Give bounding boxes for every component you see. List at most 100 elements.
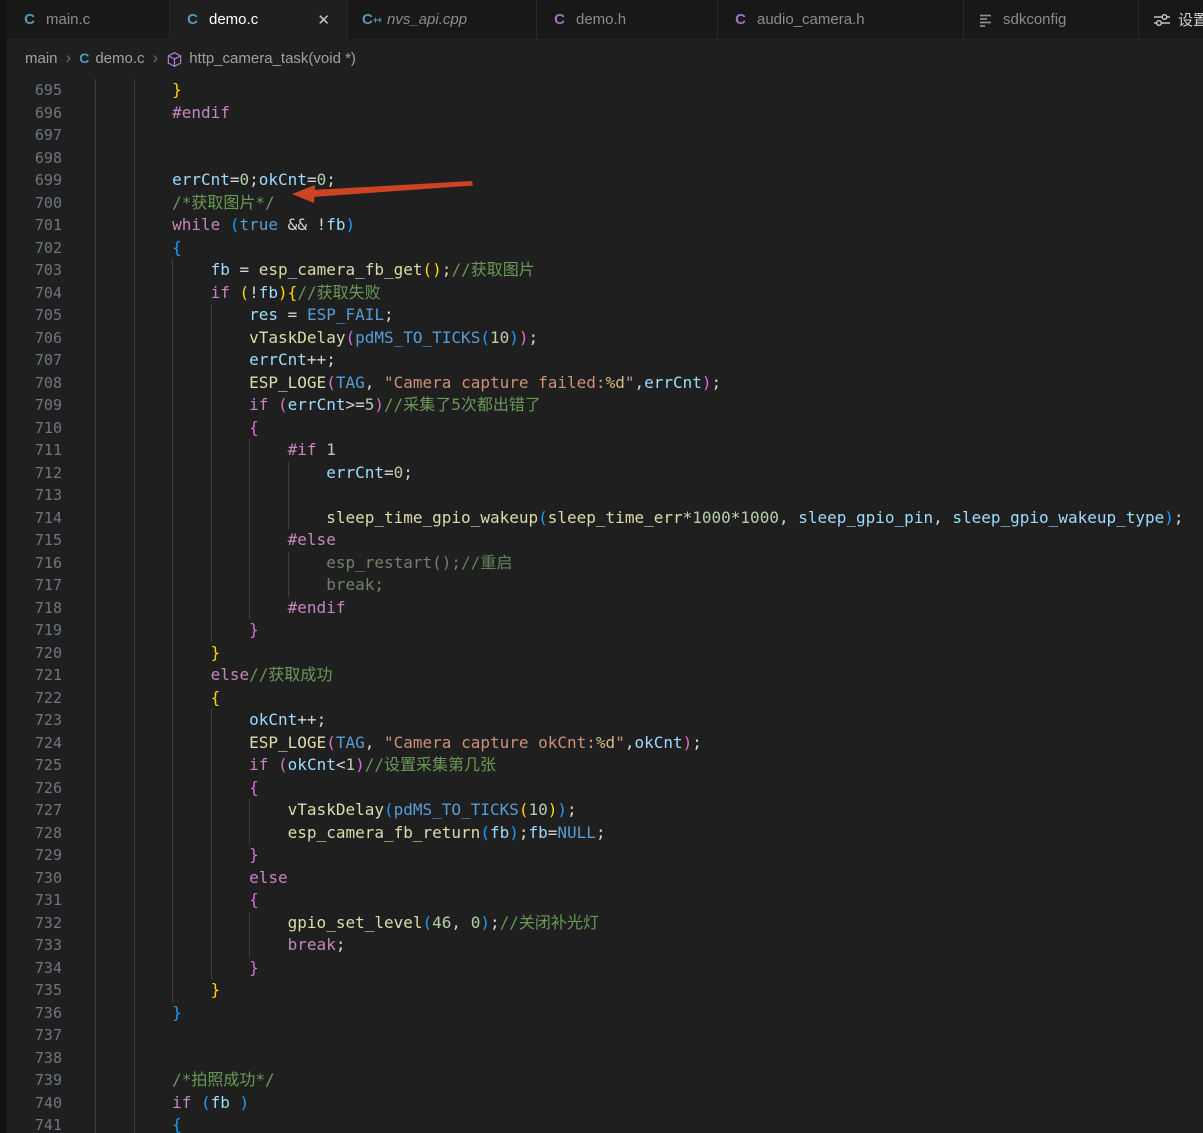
line-number[interactable]: 740 — [0, 1092, 62, 1115]
code-content[interactable]: else//获取成功 — [95, 664, 1203, 687]
line-number[interactable]: 717 — [0, 574, 62, 597]
line-number[interactable]: 698 — [0, 147, 62, 170]
line-number[interactable]: 706 — [0, 327, 62, 350]
code-line[interactable]: 703 fb = esp_camera_fb_get();//获取图片 — [0, 259, 1203, 282]
code-line[interactable]: 726 { — [0, 776, 1203, 800]
line-number[interactable]: 737 — [0, 1024, 62, 1047]
line-number[interactable]: 711 — [0, 439, 62, 462]
code-content[interactable]: vTaskDelay(pdMS_TO_TICKS(10)); — [95, 326, 1203, 349]
line-number[interactable]: 722 — [0, 687, 62, 710]
code-line[interactable]: 738 — [0, 1046, 1203, 1069]
code-line[interactable]: 733 break; — [0, 934, 1203, 957]
code-content[interactable]: res = ESP_FAIL; — [95, 304, 1203, 327]
breadcrumb-item-main[interactable]: main — [25, 50, 58, 67]
line-number[interactable]: 729 — [0, 844, 62, 867]
code-line[interactable]: 716 esp_restart();//重启 — [0, 551, 1203, 574]
close-icon[interactable]: ✕ — [314, 10, 333, 30]
code-line[interactable]: 711 #if 1 — [0, 439, 1203, 462]
code-content[interactable]: gpio_set_level(46, 0);//关闭补光灯 — [95, 911, 1203, 934]
code-line[interactable]: 741 { — [0, 1114, 1203, 1133]
code-content[interactable]: /*拍照成功*/ — [95, 1069, 1203, 1092]
line-number[interactable]: 736 — [0, 1002, 62, 1025]
line-number[interactable]: 713 — [0, 484, 62, 507]
line-number[interactable]: 696 — [0, 102, 62, 125]
code-line[interactable]: 737 — [0, 1024, 1203, 1047]
line-number[interactable]: 709 — [0, 394, 62, 417]
line-number[interactable]: 712 — [0, 462, 62, 485]
line-number[interactable]: 731 — [0, 889, 62, 912]
line-number[interactable]: 726 — [0, 777, 62, 800]
line-number[interactable]: 695 — [0, 79, 62, 102]
code-content[interactable]: } — [95, 844, 1203, 867]
code-content[interactable] — [95, 1046, 1203, 1069]
line-number[interactable]: 739 — [0, 1069, 62, 1092]
line-number[interactable]: 704 — [0, 282, 62, 305]
code-line[interactable]: 698 — [0, 146, 1203, 170]
tab-sdkconfig[interactable]: sdkconfig — [964, 0, 1139, 39]
code-content[interactable]: esp_restart();//重启 — [95, 551, 1203, 574]
code-content[interactable]: vTaskDelay(pdMS_TO_TICKS(10)); — [95, 799, 1203, 822]
code-editor[interactable]: 695} 696 #endif 697 698 699 errCnt=0;okCnt=0; 7… — [0, 75, 1203, 1133]
code-line[interactable]: 706 vTaskDelay(pdMS_TO_TICKS(10)); — [0, 326, 1203, 350]
code-line[interactable]: 729} — [0, 844, 1203, 867]
code-content[interactable]: { — [95, 686, 1203, 709]
breadcrumb-item-file[interactable]: demo.c — [95, 50, 144, 67]
code-line[interactable]: 714 sleep_time_gpio_wakeup(sleep_time_err… — [0, 506, 1203, 529]
code-content[interactable]: #endif — [95, 596, 1203, 619]
code-line[interactable]: 735} — [0, 979, 1203, 1002]
line-number[interactable]: 715 — [0, 529, 62, 552]
code-content[interactable]: ESP_LOGE(TAG, "Camera capture failed:%d"… — [95, 371, 1203, 394]
code-content[interactable]: { — [95, 889, 1203, 912]
code-line[interactable]: 695} — [0, 79, 1203, 102]
code-content[interactable]: #endif — [95, 101, 1203, 124]
line-number[interactable]: 702 — [0, 237, 62, 260]
code-line[interactable]: 697 — [0, 124, 1203, 147]
code-content[interactable]: { — [95, 776, 1203, 799]
line-number[interactable]: 721 — [0, 664, 62, 687]
code-content[interactable]: errCnt=0;okCnt=0; — [95, 169, 1203, 192]
code-line[interactable]: 730 else — [0, 866, 1203, 889]
code-content[interactable]: okCnt++; — [95, 709, 1203, 732]
code-content[interactable]: } — [95, 1001, 1203, 1024]
code-line[interactable]: 717 break; — [0, 574, 1203, 597]
code-line[interactable]: 704 if (!fb){//获取失败 — [0, 281, 1203, 305]
code-line[interactable]: 712 errCnt=0; — [0, 461, 1203, 485]
code-line[interactable]: 725 if (okCnt<1)//设置采集第几张 — [0, 754, 1203, 777]
line-number[interactable]: 697 — [0, 124, 62, 147]
code-content[interactable]: { — [95, 1114, 1203, 1133]
code-content[interactable] — [95, 124, 1203, 147]
code-content[interactable]: } — [95, 641, 1203, 664]
code-content[interactable] — [95, 1024, 1203, 1047]
code-line[interactable]: 739 /*拍照成功*/ — [0, 1069, 1203, 1092]
line-number[interactable]: 727 — [0, 799, 62, 822]
code-line[interactable]: 708 ESP_LOGE(TAG, "Camera capture failed:… — [0, 371, 1203, 394]
code-line[interactable]: 718 #endif — [0, 596, 1203, 620]
line-number[interactable]: 699 — [0, 169, 62, 192]
tab-main.c[interactable]: Cmain.c — [7, 0, 170, 39]
line-number[interactable]: 733 — [0, 934, 62, 957]
code-content[interactable]: if (errCnt>=5)//采集了5次都出错了 — [95, 394, 1203, 417]
code-content[interactable]: errCnt++; — [95, 349, 1203, 372]
code-line[interactable]: 705 res = ESP_FAIL; — [0, 304, 1203, 327]
code-line[interactable]: 709 if (errCnt>=5)//采集了5次都出错了 — [0, 394, 1203, 417]
code-content[interactable] — [95, 146, 1203, 169]
code-content[interactable]: break; — [95, 934, 1203, 957]
code-content[interactable]: if (fb ) — [95, 1091, 1203, 1114]
code-content[interactable]: } — [95, 619, 1203, 642]
tab-demo.h[interactable]: Cdemo.h — [537, 0, 718, 39]
line-number[interactable]: 700 — [0, 192, 62, 215]
tab-设置[interactable]: 设置 — [1139, 0, 1203, 39]
code-line[interactable]: 727 vTaskDelay(pdMS_TO_TICKS(10)); — [0, 799, 1203, 822]
code-line[interactable]: 700 /*获取图片*/ — [0, 191, 1203, 215]
code-line[interactable]: 699 errCnt=0;okCnt=0; — [0, 169, 1203, 192]
code-line[interactable]: 713 — [0, 484, 1203, 507]
tab-nvs_api.cpp[interactable]: C++ nvs_api.cpp — [348, 0, 537, 39]
line-number[interactable]: 710 — [0, 417, 62, 440]
code-line[interactable]: 723 okCnt++; — [0, 709, 1203, 732]
code-content[interactable]: } — [95, 956, 1203, 979]
line-number[interactable]: 718 — [0, 597, 62, 620]
code-line[interactable]: 731 { — [0, 889, 1203, 912]
code-line[interactable]: 724 ESP_LOGE(TAG, "Camera capture okCnt:%… — [0, 731, 1203, 754]
line-number[interactable]: 707 — [0, 349, 62, 372]
line-number[interactable]: 725 — [0, 754, 62, 777]
